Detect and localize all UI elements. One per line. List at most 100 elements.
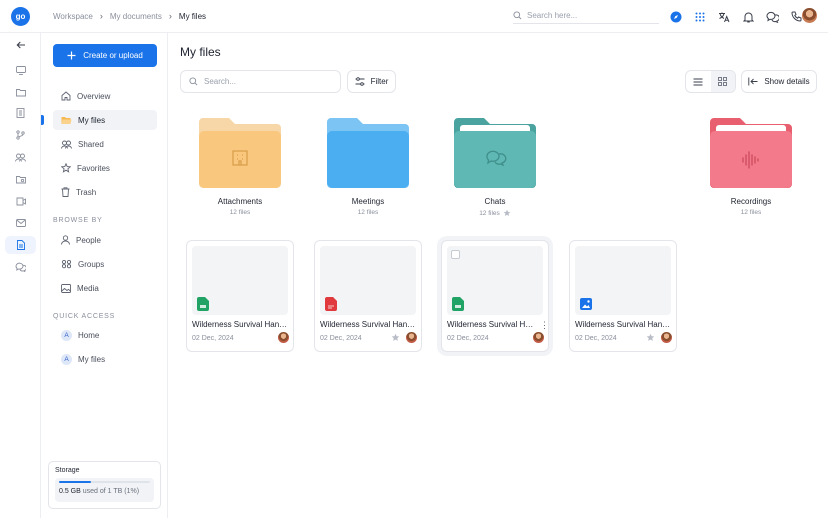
translate-button[interactable]	[712, 8, 736, 25]
sidebar-item-people[interactable]: People	[53, 230, 157, 250]
sidebar-item-label: My files	[78, 115, 106, 125]
chevron-right-icon: ›	[99, 11, 103, 21]
folder-icon	[710, 118, 792, 188]
rail-mail[interactable]	[5, 214, 36, 232]
apps-button[interactable]	[688, 8, 712, 25]
rail-folders[interactable]	[5, 83, 36, 101]
assistant-button[interactable]	[664, 8, 688, 25]
breadcrumb-workspace[interactable]: Workspace	[53, 12, 93, 21]
home-icon	[61, 91, 71, 101]
video-icon	[16, 197, 26, 205]
rail-documents[interactable]	[5, 236, 36, 254]
rail-media[interactable]	[5, 192, 36, 210]
folder-recordings[interactable]: Recordings 12 files	[706, 116, 796, 216]
folder-meetings[interactable]: Meetings 12 files	[323, 116, 413, 216]
file-card[interactable]: Wilderness Survival Handbook 02 Dec, 202…	[569, 240, 677, 352]
folder-file-count: 12 files	[479, 209, 500, 217]
folder-icon	[327, 118, 409, 188]
star-filled-icon[interactable]	[646, 333, 655, 342]
folder-file-count: 12 files	[357, 209, 379, 216]
sidebar-item-my-files[interactable]: My files	[53, 110, 157, 130]
pdf-file-icon	[325, 297, 337, 311]
select-checkbox[interactable]	[451, 250, 460, 259]
files-search-input[interactable]: Search...	[180, 70, 341, 93]
plus-icon	[67, 51, 76, 60]
top-bar: go Workspace › My documents › My files S…	[0, 0, 828, 33]
sidebar-item-favorites[interactable]: Favorites	[53, 158, 157, 178]
grid-view-button[interactable]	[710, 71, 735, 92]
search-icon	[513, 11, 522, 20]
storage-widget: Storage 0.5 GB used of 1 TB (1%)	[48, 461, 161, 509]
compass-icon	[670, 11, 682, 22]
star-filled-icon[interactable]	[503, 209, 511, 217]
star-filled-icon[interactable]	[391, 333, 400, 342]
show-details-button[interactable]: Show details	[741, 70, 817, 93]
notifications-button[interactable]	[736, 8, 760, 25]
storage-used: 0.5 GB	[59, 488, 81, 495]
breadcrumb-my-files: My files	[178, 11, 207, 21]
create-or-upload-button[interactable]: Create or upload	[53, 44, 157, 67]
folder-attachments[interactable]: Attachments 12 files	[195, 116, 285, 216]
list-icon	[693, 78, 703, 85]
storage-usage: 0.5 GB used of 1 TB (1%)	[55, 478, 154, 502]
folder-file-count: 12 files	[740, 209, 762, 216]
global-search-input[interactable]: Search here...	[513, 8, 659, 24]
apps-grid-icon	[695, 12, 705, 21]
file-name: Wilderness Survival Handbook	[192, 320, 288, 329]
folder-name: Chats	[484, 197, 506, 206]
chat-bubbles-icon	[15, 262, 26, 272]
sidebar-item-label: My files	[78, 354, 106, 364]
sidebar-item-trash[interactable]: Trash	[53, 182, 157, 202]
filter-button[interactable]: Filter	[347, 70, 396, 93]
arrow-left-icon	[16, 41, 25, 49]
create-or-upload-label: Create or upload	[83, 51, 143, 60]
rail-projects[interactable]	[5, 170, 36, 188]
sidebar-item-shared[interactable]: Shared	[53, 134, 157, 154]
owner-avatar	[661, 332, 672, 343]
panel-arrow-icon	[748, 77, 758, 86]
sidebar-item-quick-my-files[interactable]: A My files	[53, 349, 157, 369]
rail-contacts[interactable]	[5, 148, 36, 166]
rail-dashboard[interactable]	[5, 61, 36, 79]
folder-name: Meetings	[351, 197, 385, 206]
file-card[interactable]: Wilderness Survival Handbook 02 Dec, 202…	[186, 240, 294, 352]
file-date: 02 Dec, 2024	[575, 335, 617, 342]
top-toolbar	[664, 8, 808, 25]
building-icon	[16, 108, 25, 118]
sidebar-item-media[interactable]: Media	[53, 278, 157, 298]
phone-icon	[790, 11, 801, 22]
app-logo[interactable]: go	[11, 7, 30, 26]
rail-workflows[interactable]	[5, 126, 36, 144]
owner-avatar	[533, 332, 544, 343]
list-view-button[interactable]	[686, 71, 711, 92]
quick-access-heading: QUICK ACCESS	[53, 313, 116, 320]
folder-chats[interactable]: Chats 12 files	[450, 116, 540, 217]
sidebar-item-overview[interactable]: Overview	[53, 86, 157, 106]
chevron-right-icon: ›	[168, 11, 172, 21]
more-options-icon[interactable]: ⋮	[540, 320, 549, 331]
file-card[interactable]: Wilderness Survival Handbook 02 Dec, 202…	[314, 240, 422, 352]
workspace-badge: A	[61, 353, 72, 365]
breadcrumb-my-documents[interactable]: My documents	[110, 12, 162, 21]
rail-organization[interactable]	[5, 104, 36, 122]
sidebar-item-label: Groups	[78, 259, 105, 269]
star-icon	[61, 163, 71, 173]
sidebar-item-groups[interactable]: Groups	[53, 254, 157, 274]
rail-messages[interactable]	[5, 258, 36, 276]
mail-icon	[15, 219, 26, 227]
folder-name: Recordings	[730, 197, 772, 206]
spreadsheet-file-icon	[197, 297, 209, 311]
folder-name: Attachments	[217, 197, 263, 206]
chat-button[interactable]	[760, 8, 784, 25]
storage-title: Storage	[55, 467, 80, 474]
folder-meta: 12 files	[706, 209, 796, 216]
filter-label: Filter	[370, 77, 389, 86]
rail-collapse-button[interactable]	[5, 36, 36, 54]
sidebar-item-home[interactable]: A Home	[53, 325, 157, 345]
file-card[interactable]: Wilderness Survival Handbook ⋮ 02 Dec, 2…	[441, 240, 549, 352]
workspace-badge: A	[61, 329, 72, 341]
active-nav-indicator	[41, 115, 44, 125]
file-name: Wilderness Survival Handbook	[447, 320, 535, 329]
user-avatar[interactable]	[802, 8, 817, 23]
show-details-label: Show details	[764, 77, 810, 86]
